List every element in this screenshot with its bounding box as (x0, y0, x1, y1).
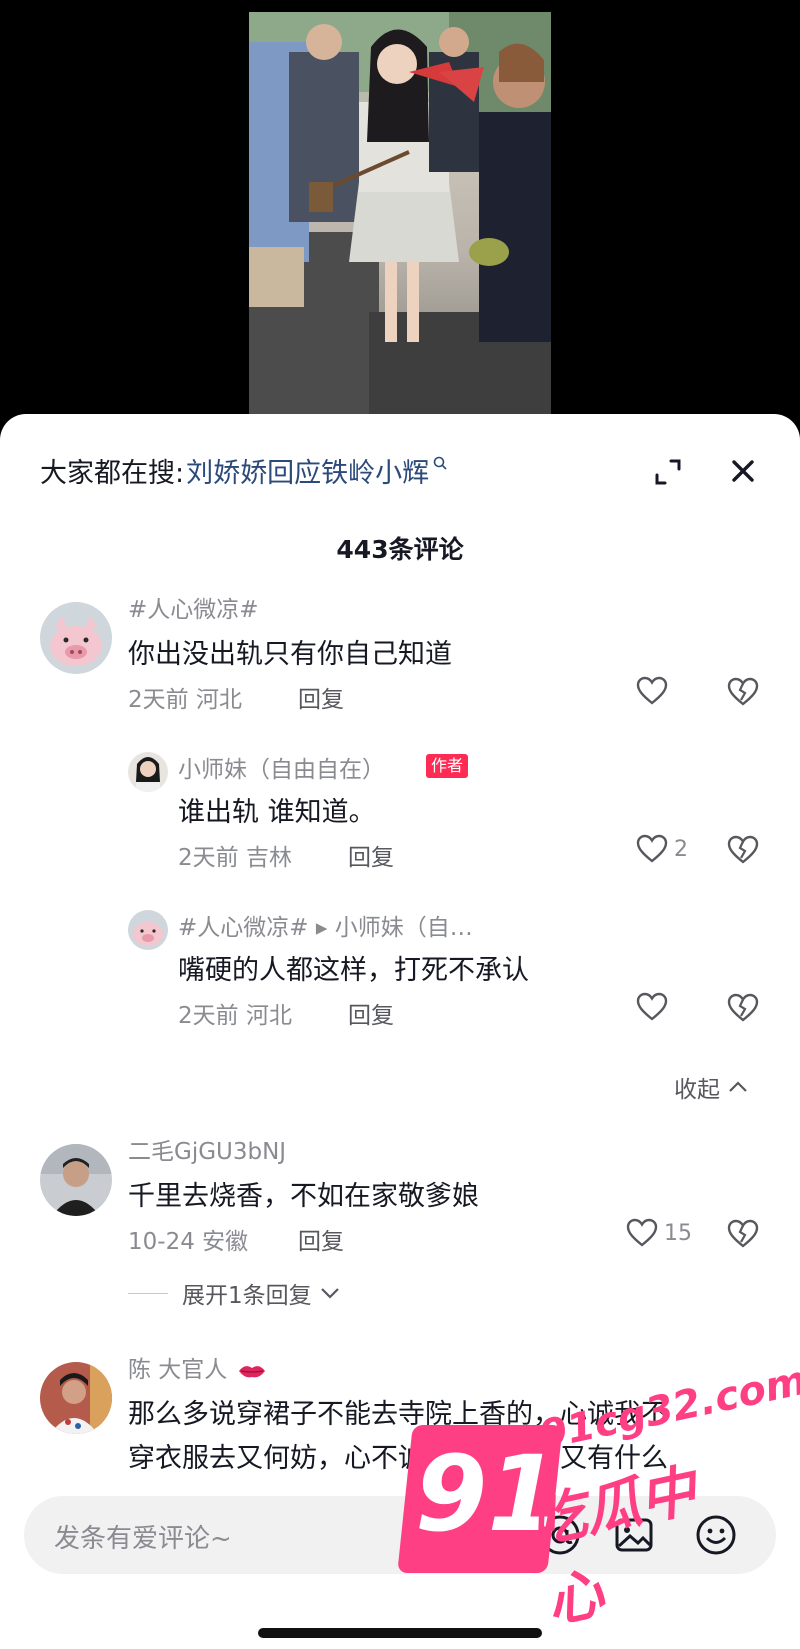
reply-button[interactable]: 回复 (298, 1222, 344, 1256)
divider-line (128, 1292, 168, 1294)
video-frame[interactable] (249, 12, 551, 414)
chevron-up-icon (729, 1081, 747, 1092)
like-count: 2 (674, 836, 688, 862)
pig-avatar-image (128, 910, 168, 950)
like-button[interactable]: 15 (626, 1218, 692, 1248)
close-icon[interactable] (726, 454, 760, 488)
broken-heart-icon[interactable] (726, 1218, 760, 1250)
like-button[interactable]: 2 (636, 834, 688, 864)
man-avatar-image (40, 1362, 112, 1434)
expand-replies-button[interactable]: 展开1条回复 (128, 1276, 340, 1310)
avatar[interactable] (128, 752, 168, 792)
comment-meta: 2天前 河北 (128, 687, 242, 713)
chevron-down-icon (320, 1288, 339, 1299)
reply-meta: 2天前 河北 (178, 1003, 292, 1029)
reply-username[interactable]: #人心微凉# ▸ 小师妹（自… (178, 908, 473, 942)
comment-username[interactable]: 二毛GjGU3bNJ (128, 1132, 286, 1166)
video-still-image (249, 12, 551, 414)
author-avatar-image (128, 752, 168, 792)
site-watermark: 91 91cg32.com 吃瓜中心 (397, 1358, 800, 1636)
reply-meta: 2天前 吉林 (178, 845, 292, 871)
avatar[interactable] (128, 910, 168, 950)
like-button[interactable] (636, 676, 674, 706)
reply-username[interactable]: 小师妹（自由自在） (178, 750, 385, 784)
trending-search-term[interactable]: 刘娇娇回应铁岭小辉 (186, 451, 429, 490)
comment-input-placeholder[interactable]: 发条有爱评论~ (54, 1518, 232, 1555)
avatar[interactable] (40, 602, 112, 674)
heart-outline-icon (636, 834, 668, 863)
video-player-area[interactable] (0, 0, 800, 430)
home-indicator[interactable] (258, 1628, 542, 1638)
author-badge: 作者 (426, 754, 469, 778)
like-button[interactable] (636, 992, 674, 1022)
comment-meta: 10-24 安徽 (128, 1229, 249, 1255)
heart-outline-icon (636, 992, 668, 1021)
heart-outline-icon (626, 1218, 658, 1247)
reply-button[interactable]: 回复 (298, 680, 344, 714)
avatar[interactable] (40, 1144, 112, 1216)
broken-heart-icon[interactable] (726, 834, 760, 866)
broken-heart-icon[interactable] (726, 992, 760, 1024)
heart-outline-icon (636, 676, 668, 705)
broken-heart-icon[interactable] (726, 676, 760, 708)
pig-avatar-image (40, 602, 112, 674)
comment-text: 你出没出轨只有你自己知道 (128, 639, 452, 670)
comment-count: 443条评论 (336, 535, 464, 564)
comment-username[interactable]: 陈 大官人 (128, 1350, 267, 1384)
comment-text: 千里去烧香，不如在家敬爹娘 (128, 1181, 479, 1212)
expand-replies-label: 展开1条回复 (182, 1283, 312, 1309)
like-count: 15 (664, 1220, 692, 1246)
reply-button[interactable]: 回复 (348, 838, 394, 872)
collapse-label: 收起 (674, 1077, 720, 1103)
comment-username-text: 陈 大官人 (128, 1357, 228, 1383)
avatar[interactable] (40, 1362, 112, 1434)
trending-search-prefix: 大家都在搜: (40, 457, 185, 489)
search-icon (433, 456, 447, 470)
kiss-lips-emoji-icon (238, 1365, 265, 1377)
reply-button[interactable]: 回复 (348, 996, 394, 1030)
reply-text: 谁出轨 谁知道。 (178, 797, 376, 828)
collapse-replies-button[interactable]: 收起 (674, 1070, 748, 1104)
reply-text: 嘴硬的人都这样，打死不承认 (178, 955, 529, 986)
trending-search-bar[interactable]: 大家都在搜: 刘娇娇回应铁岭小辉 (40, 450, 447, 490)
comment-username[interactable]: #人心微凉# (128, 590, 259, 624)
man-avatar-image (40, 1144, 112, 1216)
expand-icon[interactable] (652, 456, 684, 488)
